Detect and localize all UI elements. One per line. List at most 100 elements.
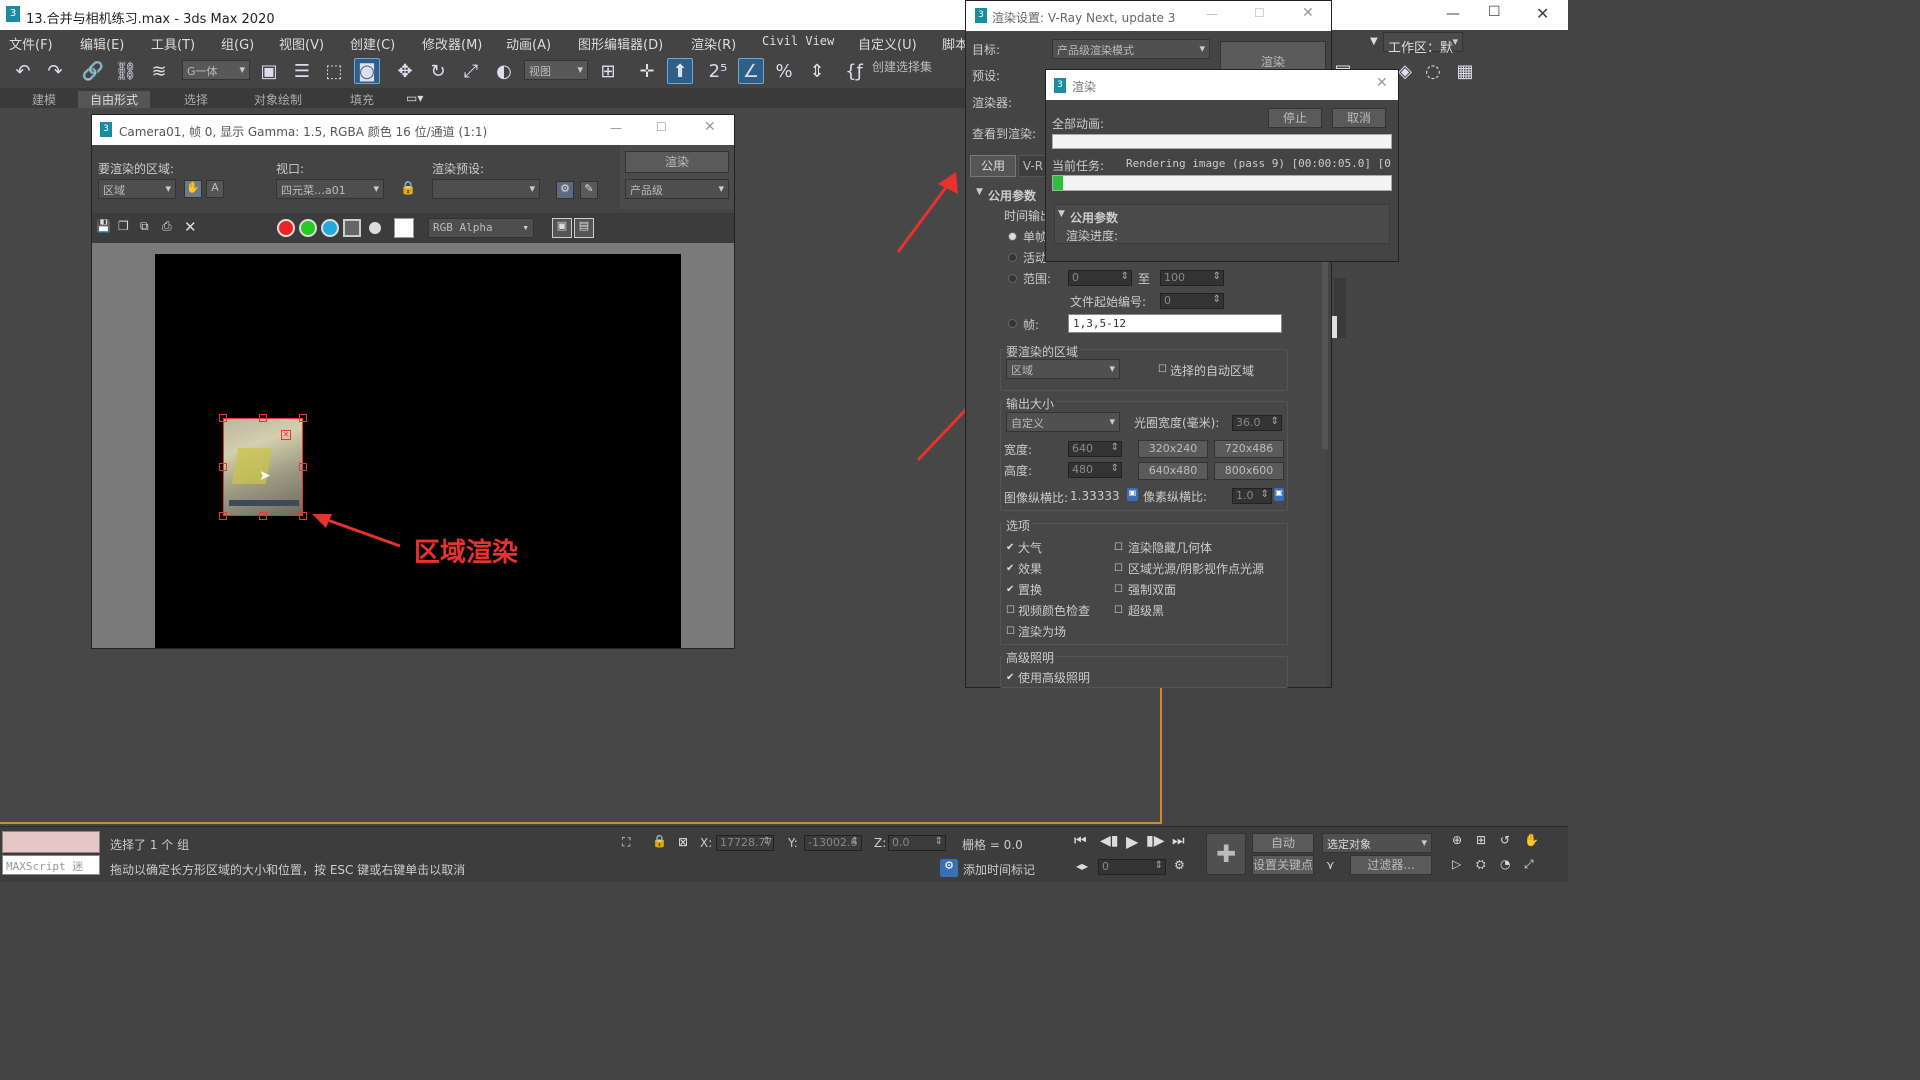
option-checkbox[interactable]: ✔	[1006, 564, 1016, 574]
ribbon-options-icon[interactable]: ▭▾	[406, 91, 423, 105]
link-icon[interactable]: 🔗	[80, 58, 106, 84]
region-handle[interactable]	[219, 463, 227, 471]
option-checkbox[interactable]: ☐	[1006, 627, 1016, 637]
menu-rendering[interactable]: 渲染(R)	[691, 34, 736, 53]
auto-region-checkbox[interactable]: ☐	[1158, 365, 1168, 375]
viewport-dropdown[interactable]: 四元菜…a01	[276, 179, 384, 199]
menu-graph-editors[interactable]: 图形编辑器(D)	[578, 34, 663, 53]
toggle-ui-overlays-icon[interactable]: ▣	[552, 218, 572, 238]
keyboard-shortcut-icon[interactable]: ⬆	[667, 58, 693, 84]
ribbon-tab-object-paint[interactable]: 对象绘制	[254, 91, 302, 108]
print-icon[interactable]: ⎙	[162, 219, 172, 234]
area-to-render-dropdown[interactable]: 区域	[1006, 359, 1120, 379]
region-handle[interactable]	[299, 414, 307, 422]
nav-zoom-icon[interactable]: ⊕	[1452, 833, 1462, 847]
region-handle[interactable]	[219, 512, 227, 520]
option-checkbox[interactable]: ☐	[1114, 543, 1124, 553]
common-params-header[interactable]: 公用参数	[988, 187, 1036, 204]
nav-zoom-all-icon[interactable]: ⊞	[1476, 833, 1486, 847]
selection-lock-icon[interactable]: 🔒	[652, 834, 667, 848]
lock-pixel-aspect-icon[interactable]: ▣	[1274, 488, 1284, 501]
chevron-down-icon[interactable]: ▼	[1370, 36, 1378, 47]
clear-color-swatch[interactable]	[394, 218, 414, 238]
blue-channel-icon[interactable]	[321, 219, 339, 237]
auto-region-icon[interactable]: A	[206, 180, 224, 198]
select-manipulate-icon[interactable]: ✛	[634, 58, 660, 84]
menu-civil-view[interactable]: Civil View	[762, 34, 834, 48]
image-aspect-value[interactable]: 1.33333	[1070, 489, 1120, 503]
set-key-button[interactable]: 设置关键点	[1252, 855, 1314, 875]
pivot-center-icon[interactable]: ⊞	[595, 58, 621, 84]
preset-size-button[interactable]: 640x480	[1138, 462, 1208, 480]
active-segment-radio[interactable]	[1008, 253, 1017, 262]
nav-orbit-icon[interactable]: ↺	[1500, 833, 1510, 847]
close-icon[interactable]: ✕	[704, 119, 716, 135]
unlink-icon[interactable]: ⛓	[113, 58, 139, 84]
undo-icon[interactable]: ↶	[10, 58, 36, 84]
named-selection-set[interactable]: 创建选择集	[872, 58, 932, 75]
time-config-icon[interactable]: ⚙	[1174, 858, 1185, 872]
menu-modifiers[interactable]: 修改器(M)	[422, 34, 482, 53]
rect-selection-icon[interactable]: ⬚	[321, 58, 347, 84]
menu-customize[interactable]: 自定义(U)	[858, 34, 917, 53]
use-adv-lighting-checkbox[interactable]: ✔	[1006, 673, 1016, 683]
ribbon-tab-selection[interactable]: 选择	[184, 91, 208, 108]
maximize-icon[interactable]: ☐	[656, 120, 667, 134]
area-to-render-dropdown[interactable]: 区域	[98, 179, 176, 199]
region-selection-box[interactable]	[223, 418, 303, 516]
render-quality-dropdown[interactable]: 产品级	[625, 179, 729, 199]
tab-common[interactable]: 公用	[970, 155, 1016, 177]
preset-size-button[interactable]: 720x486	[1214, 440, 1284, 458]
rotate-icon[interactable]: ↻	[425, 58, 451, 84]
minimize-icon[interactable]: —	[1206, 7, 1218, 21]
frames-radio[interactable]	[1008, 319, 1017, 328]
copy-image-icon[interactable]: ❐	[118, 219, 129, 233]
alpha-channel-icon[interactable]	[343, 219, 361, 237]
reference-coord-dropdown[interactable]: 视图	[524, 60, 588, 80]
menu-create[interactable]: 创建(C)	[350, 34, 395, 53]
region-close-icon[interactable]: ✕	[281, 430, 291, 440]
menu-edit[interactable]: 编辑(E)	[80, 34, 124, 53]
range-to-input[interactable]: 100	[1160, 270, 1224, 286]
output-size-dropdown[interactable]: 自定义	[1006, 412, 1120, 432]
option-checkbox[interactable]: ✔	[1006, 585, 1016, 595]
select-object-icon[interactable]: ▣	[256, 58, 282, 84]
percent-snap-icon[interactable]: %	[771, 58, 797, 84]
target-dropdown[interactable]: 产品级渲染模式	[1052, 39, 1210, 59]
menu-group[interactable]: 组(G)	[221, 34, 254, 53]
minimize-icon[interactable]: —	[610, 121, 622, 135]
spinner-snap-icon[interactable]: ⇕	[804, 58, 830, 84]
close-icon[interactable]: ✕	[1302, 5, 1314, 21]
region-handle[interactable]	[259, 414, 267, 422]
add-time-tag[interactable]: 添加时间标记	[963, 861, 1035, 878]
save-image-icon[interactable]: 💾	[96, 219, 111, 233]
redo-icon[interactable]: ↷	[42, 58, 68, 84]
select-place-icon[interactable]: ◐	[491, 58, 517, 84]
tab-vray[interactable]: V-R	[1018, 155, 1048, 177]
panel-scroll-thumb[interactable]	[1332, 316, 1337, 338]
menu-file[interactable]: 文件(F)	[9, 34, 53, 53]
preset-size-button[interactable]: 320x240	[1138, 440, 1208, 458]
option-checkbox[interactable]: ☐	[1114, 564, 1124, 574]
render-setup-icon[interactable]: ⚙	[556, 181, 574, 199]
maximize-icon[interactable]: ☐	[1254, 6, 1265, 20]
close-icon[interactable]: ✕	[1536, 4, 1549, 23]
range-from-input[interactable]: 0	[1068, 270, 1132, 286]
green-channel-icon[interactable]	[299, 219, 317, 237]
option-checkbox[interactable]: ✔	[1006, 543, 1016, 553]
maximize-icon[interactable]: ☐	[1488, 4, 1501, 20]
time-tag-icon[interactable]: ⚙	[940, 859, 958, 877]
channel-display-dropdown[interactable]: RGB Alpha	[428, 218, 534, 238]
ribbon-tab-modeling[interactable]: 建模	[32, 91, 56, 108]
close-icon[interactable]: ✕	[1376, 75, 1388, 91]
nav-fov-icon[interactable]: ▷	[1452, 857, 1461, 871]
maxscript-input[interactable]: MAXScript 迷	[2, 855, 100, 875]
edit-named-sel-icon[interactable]: {ƒ	[841, 58, 867, 84]
monochrome-icon[interactable]	[369, 222, 381, 234]
lock-aspect-icon[interactable]: ▣	[1127, 488, 1138, 501]
width-input[interactable]: 640	[1068, 441, 1122, 457]
key-filter-dropdown[interactable]: 选定对象	[1322, 833, 1432, 853]
set-key-icon[interactable]: ✚	[1206, 833, 1246, 875]
range-radio[interactable]	[1008, 274, 1017, 283]
play-icon[interactable]: ▶	[1126, 832, 1138, 851]
